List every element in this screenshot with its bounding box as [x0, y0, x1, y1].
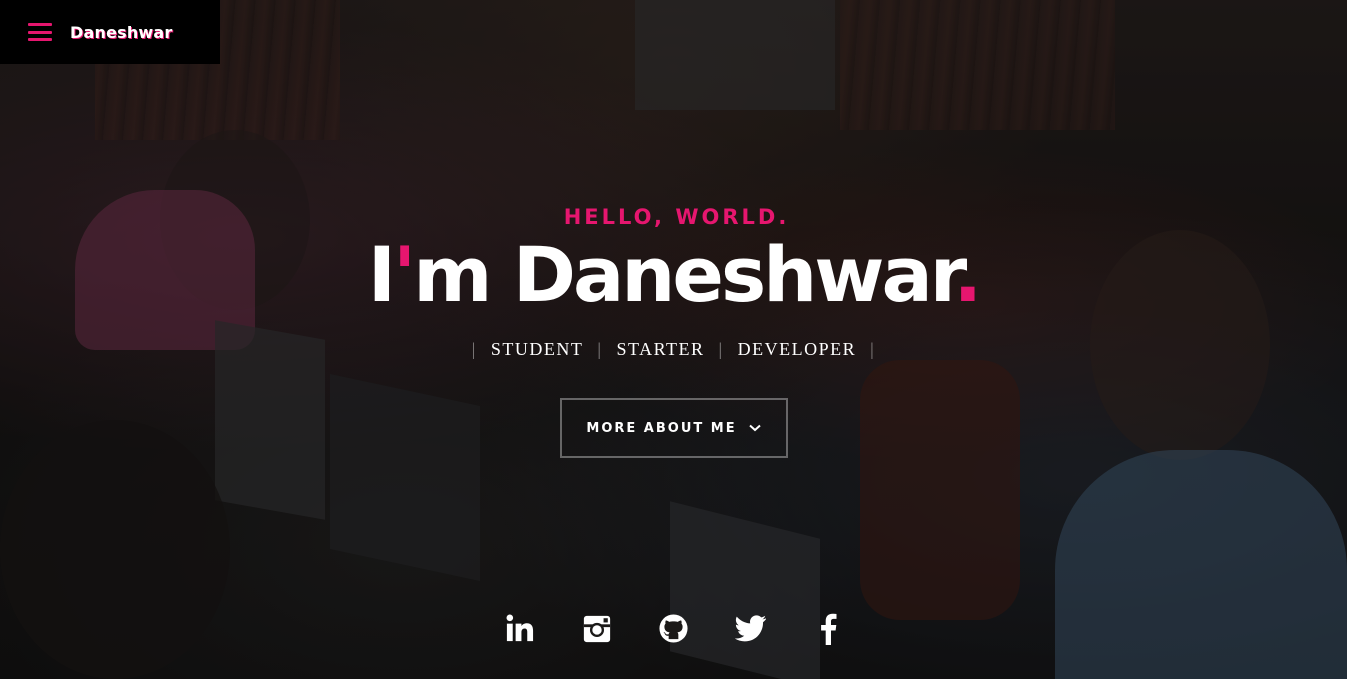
roles-list: | STUDENT | STARTER | DEVELOPER |	[0, 339, 1347, 360]
role-item: STUDENT	[490, 339, 584, 359]
hero-section: Daneshwar HELLO, WORLD. I'm Daneshwar. |…	[0, 0, 1347, 679]
page-title: I'm Daneshwar.	[0, 235, 1347, 315]
headline-dot: .	[953, 230, 982, 319]
role-separator: |	[471, 339, 477, 359]
menu-bar	[28, 23, 52, 26]
headline-apostrophe: '	[392, 230, 416, 319]
headline-prefix: I	[367, 230, 396, 319]
top-nav: Daneshwar	[0, 0, 220, 64]
twitter-icon[interactable]	[734, 612, 767, 645]
role-item: STARTER	[616, 339, 705, 359]
menu-bar	[28, 38, 52, 41]
greeting-text: HELLO, WORLD.	[563, 205, 790, 229]
headline-name: m Daneshwar	[413, 230, 956, 319]
hamburger-menu-icon[interactable]	[28, 23, 52, 41]
role-separator: |	[870, 339, 876, 359]
role-separator: |	[597, 339, 603, 359]
role-item: DEVELOPER	[737, 339, 857, 359]
chevron-down-icon	[748, 424, 761, 432]
more-about-me-label: MORE ABOUT ME	[586, 420, 737, 436]
social-links	[0, 612, 1347, 645]
facebook-icon[interactable]	[811, 612, 844, 645]
role-separator: |	[718, 339, 724, 359]
github-icon[interactable]	[657, 612, 690, 645]
brand-logo[interactable]: Daneshwar	[70, 23, 173, 42]
more-about-me-button[interactable]: MORE ABOUT ME	[559, 398, 788, 458]
linkedin-icon[interactable]	[503, 612, 536, 645]
instagram-icon[interactable]	[580, 612, 613, 645]
menu-bar	[28, 30, 52, 34]
hero-content: HELLO, WORLD. I'm Daneshwar. | STUDENT |…	[0, 205, 1347, 458]
